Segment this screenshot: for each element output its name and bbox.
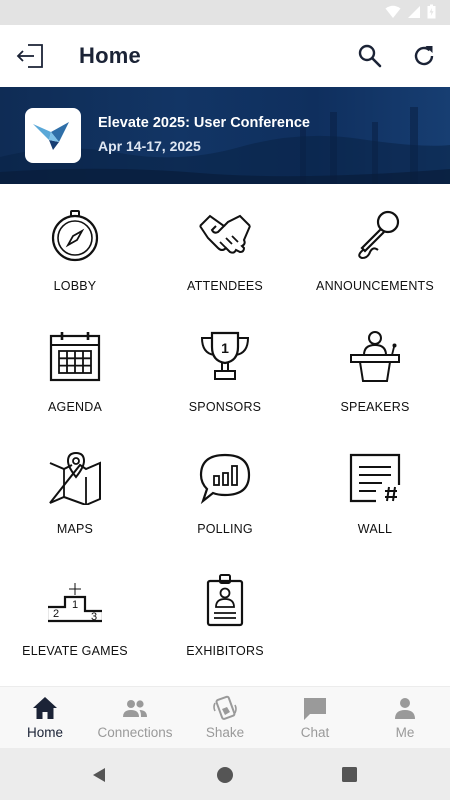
person-icon [395,698,415,719]
badge-icon [206,574,244,627]
tile-label: SPEAKERS [340,400,410,414]
shake-phone-icon [213,695,237,720]
bottom-nav: Home Connections Shake Chat Me [0,686,450,748]
microphone-icon [358,210,400,260]
home-icon [33,697,57,719]
search-icon[interactable] [357,43,383,69]
tile-speakers[interactable]: SPEAKERS [300,305,450,426]
tile-exhibitors[interactable]: EXHIBITORS [150,549,300,670]
tile-label: ANNOUNCEMENTS [316,279,434,293]
nav-me[interactable]: Me [360,687,450,749]
nav-label: Home [26,725,63,740]
chat-icon [304,698,326,720]
podium-second: 2 [53,608,59,620]
tile-label: LOBBY [53,279,97,293]
nav-chat[interactable]: Chat [270,687,360,749]
handshake-icon [199,214,251,254]
tile-announcements[interactable]: ANNOUNCEMENTS [300,184,450,305]
event-name: Elevate 2025: User Conference [98,115,310,131]
signal-icon [408,5,420,18]
nav-label: Chat [300,725,330,740]
nav-label: Me [395,725,415,740]
page-title: Home [79,43,141,68]
tile-label: POLLING [197,522,253,536]
wifi-icon [385,5,401,18]
bird-logo-icon [33,122,69,150]
tile-maps[interactable]: MAPS [0,427,150,548]
tile-attendees[interactable]: ATTENDEES [150,184,300,305]
tile-sponsors[interactable]: 1 SPONSORS [150,305,300,426]
poll-chat-icon [199,453,251,505]
tile-label: SPONSORS [188,400,262,414]
podium-speaker-icon [350,331,400,382]
feature-grid: LOBBY ATTENDEES ANNOUNCEMENTS AGENDA 1 S… [0,184,450,686]
podium-third: 3 [91,611,97,623]
nav-shake[interactable]: Shake [180,687,270,749]
event-banner[interactable]: Elevate 2025: User Conference Apr 14-17,… [0,87,450,184]
status-icons [385,4,436,19]
system-back-icon[interactable] [90,766,108,784]
tile-label: ATTENDEES [187,279,263,293]
nav-home[interactable]: Home [0,687,90,749]
exit-icon[interactable] [14,39,48,73]
status-bar [0,0,450,25]
system-nav-bar [0,748,450,800]
tile-label: MAPS [56,522,94,536]
tile-label: ELEVATE GAMES [22,644,128,658]
refresh-icon[interactable] [411,43,437,69]
tile-agenda[interactable]: AGENDA [0,305,150,426]
podium-first: 1 [72,599,78,611]
compass-icon [51,210,99,262]
nav-label: Connections [97,725,173,740]
app-bar: Home [0,25,450,87]
tile-lobby[interactable]: LOBBY [0,184,150,305]
tile-polling[interactable]: POLLING [150,427,300,548]
tile-label: EXHIBITORS [186,644,264,658]
tile-label: WALL [357,522,393,536]
event-logo [25,108,81,163]
nav-connections[interactable]: Connections [90,687,180,749]
event-dates: Apr 14-17, 2025 [98,138,201,154]
map-icon [49,451,101,505]
battery-icon [427,4,436,19]
people-icon [123,700,147,717]
calendar-icon [49,332,101,382]
winners-podium-icon: 1 2 3 [48,583,102,623]
trophy-icon: 1 [200,331,250,380]
trophy-number: 1 [221,340,229,356]
wall-post-icon [349,453,401,503]
system-recents-icon[interactable] [341,766,358,783]
tile-wall[interactable]: WALL [300,427,450,548]
tile-label: AGENDA [48,400,102,414]
nav-label: Shake [205,725,245,740]
system-home-icon[interactable] [216,766,234,784]
tile-elevate-games[interactable]: 1 2 3 ELEVATE GAMES [0,549,150,670]
